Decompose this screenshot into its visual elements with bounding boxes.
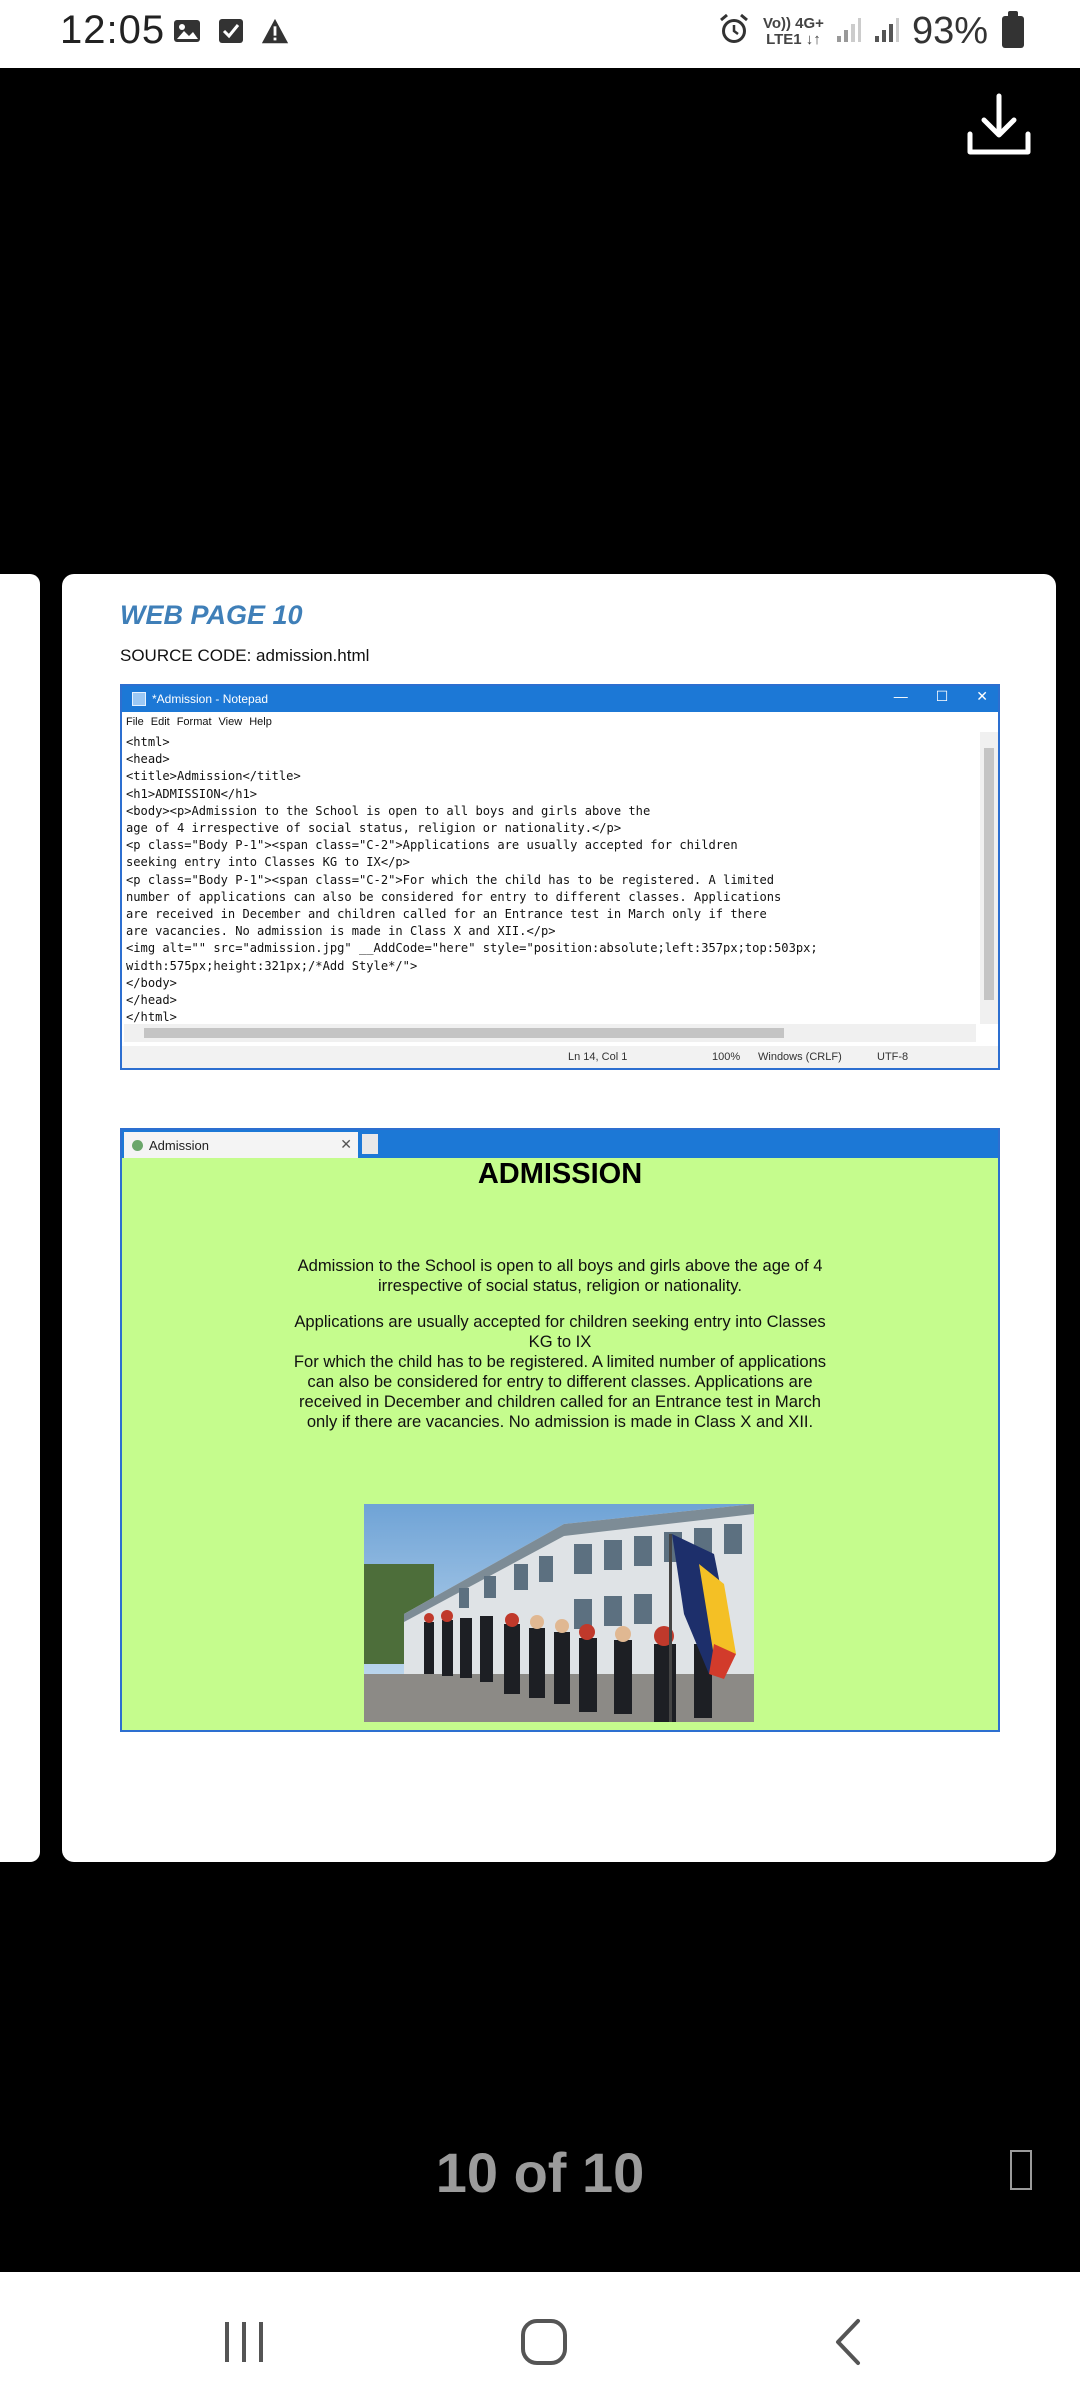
image-icon	[172, 16, 202, 46]
code-line: seeking entry into Classes KG to IX</p>	[126, 855, 410, 870]
signal-icon	[836, 14, 862, 49]
download-button[interactable]	[964, 90, 1034, 160]
code-line: <title>Admission</title>	[126, 769, 301, 784]
page-title: WEB PAGE 10	[120, 600, 303, 630]
zoom-level: 100%	[712, 1051, 741, 1063]
code-line: are vacancies. No admission is made in C…	[126, 924, 556, 939]
code-line: <img alt="" src="admission.jpg" __AddCod…	[126, 941, 818, 956]
webpage-paragraph: Applications are usually accepted for ch…	[294, 1312, 826, 1351]
source-code-text: <html> <head> <title>Admission</title> <h1>…	[126, 734, 966, 1026]
code-line: <p class="Body P-1"><span class="C-2">Fo…	[126, 872, 775, 887]
close-icon: ✕	[340, 1136, 352, 1152]
line-ending: Windows (CRLF)	[758, 1051, 842, 1063]
navigation-bar	[0, 2272, 1080, 2408]
encoding: UTF-8	[877, 1051, 909, 1063]
battery-icon	[1002, 10, 1024, 48]
notepad-menu: File Edit Format View Help	[122, 716, 998, 732]
menu-format: Format	[176, 716, 212, 728]
notepad-icon	[132, 692, 146, 706]
menu-view: View	[218, 716, 243, 728]
maximize-icon: ☐	[935, 688, 949, 704]
page-counter: 10 of 10	[435, 2141, 645, 2204]
menu-help: Help	[249, 716, 272, 728]
webpage-paragraph: Admission to the School is open to all b…	[297, 1256, 823, 1295]
code-line: width:575px;height:321px;/*Add Style*/">	[126, 958, 418, 973]
cursor-position: Ln 14, Col 1	[568, 1051, 628, 1063]
warning-icon	[260, 16, 290, 46]
network-indicator: Vo)) 4G+ LTE1 ↓↑	[762, 14, 824, 48]
tab-title: Admission	[149, 1137, 209, 1153]
notepad-statusbar: Ln 14, Col 1 100% Windows (CRLF) UTF-8	[122, 1046, 998, 1068]
code-line: <h1>ADMISSION</h1>	[126, 786, 258, 801]
admission-photo	[364, 1504, 754, 1722]
horizontal-scrollbar	[124, 1024, 976, 1042]
code-line: </body>	[126, 975, 177, 990]
battery-percentage: 93%	[911, 10, 988, 52]
code-line: number of applications can also be consi…	[126, 889, 782, 904]
menu-edit: Edit	[150, 716, 170, 728]
code-line: </head>	[126, 993, 177, 1008]
browser-window: Admission ✕ ADMISSION Admission to the S…	[120, 1128, 1000, 1732]
window-controls: — ☐ ✕	[894, 688, 988, 705]
checkbox-icon	[216, 16, 246, 46]
status-bar: 12:05 Vo)) 4G+ LTE1 ↓↑ 93%	[0, 0, 1080, 68]
status-time: 12:05	[60, 8, 166, 52]
alarm-icon	[717, 12, 751, 51]
close-icon: ✕	[976, 688, 988, 704]
signal-icon	[874, 14, 900, 49]
back-icon	[836, 2319, 860, 2365]
code-line: <p class="Body P-1"><span class="C-2">Ap…	[126, 838, 738, 853]
code-line: are received in December and children ca…	[126, 907, 767, 922]
status-indicators: Vo)) 4G+ LTE1 ↓↑ 93%	[717, 10, 1024, 53]
new-tab-icon	[362, 1134, 378, 1154]
vertical-scrollbar	[980, 732, 998, 1024]
menu-button[interactable]	[1010, 2150, 1032, 2190]
webpage-paragraph: For which the child has to be registered…	[293, 1352, 827, 1431]
browser-tabbar: Admission ✕	[122, 1130, 998, 1158]
notepad-title: *Admission - Notepad	[152, 692, 269, 706]
menu-file: File	[126, 716, 144, 728]
previous-page-preview[interactable]	[0, 574, 40, 1862]
document-page: WEB PAGE 10 SOURCE CODE: admission.html …	[62, 574, 1056, 1862]
home-button[interactable]	[504, 2302, 584, 2382]
tab-favicon	[132, 1139, 143, 1151]
browser-tab: Admission ✕	[124, 1132, 358, 1158]
download-icon	[967, 93, 1031, 155]
code-line: <head>	[126, 752, 170, 767]
back-button[interactable]	[808, 2302, 888, 2382]
code-line: <body><p>Admission to the School is open…	[126, 803, 651, 818]
recent-apps-button[interactable]	[204, 2302, 284, 2382]
notification-icons	[172, 16, 290, 46]
notepad-titlebar: *Admission - Notepad — ☐ ✕	[122, 686, 998, 712]
code-line: age of 4 irrespective of social status, …	[126, 821, 622, 836]
minimize-icon: —	[893, 688, 908, 704]
source-code-label: SOURCE CODE: admission.html	[120, 646, 370, 665]
recents-icon	[225, 2322, 263, 2362]
home-icon	[521, 2319, 567, 2365]
webpage-heading: ADMISSION	[477, 1158, 643, 1190]
notepad-window: *Admission - Notepad — ☐ ✕ File Edit For…	[120, 684, 1000, 1070]
code-line: <html>	[126, 735, 170, 749]
